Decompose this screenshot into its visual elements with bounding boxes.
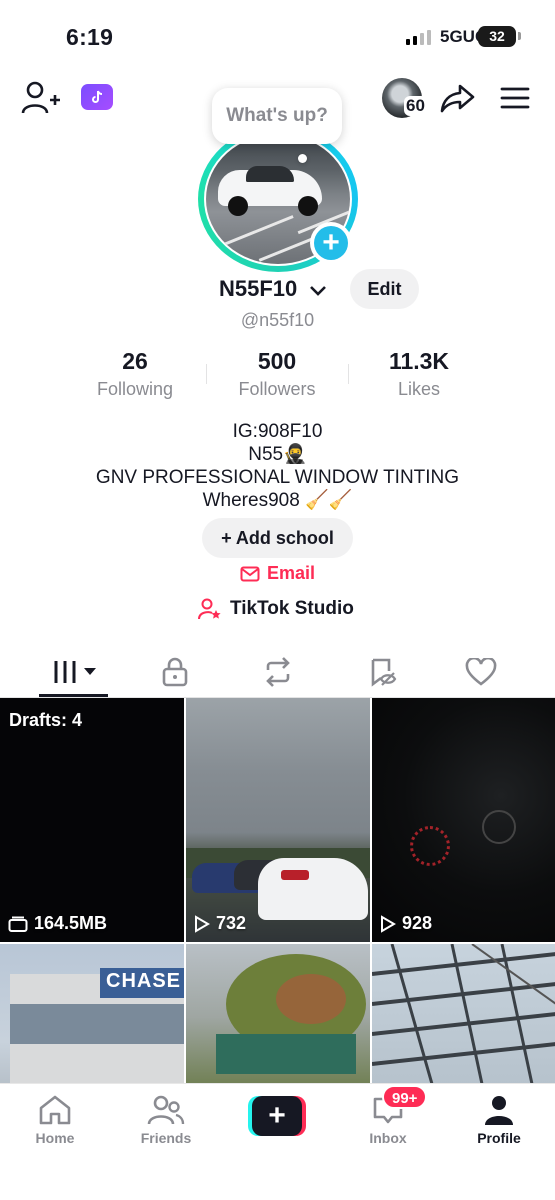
add-avatar-button[interactable]: +: [310, 222, 352, 264]
drafts-size: 164.5MB: [8, 913, 107, 934]
lock-icon: [162, 657, 188, 687]
friends-icon: [147, 1095, 185, 1125]
signal-icon: [406, 30, 431, 45]
play-icon: [381, 914, 396, 933]
plus-icon: +: [252, 1096, 302, 1136]
video-tile[interactable]: [186, 944, 370, 1083]
plus-icon: +: [221, 528, 236, 548]
stat-label: Likes: [397, 379, 441, 399]
drafts-size-text: 164.5MB: [34, 913, 108, 933]
stat-value: 26: [122, 348, 148, 374]
inbox-badge: 99+: [382, 1085, 428, 1109]
drafts-tile[interactable]: Drafts: 4 164.5MB: [0, 698, 184, 942]
add-school-button[interactable]: + Add school: [202, 518, 353, 558]
stat-value: 11.3K: [388, 348, 450, 374]
nav-inbox-label: Inbox: [369, 1130, 407, 1146]
tiktok-now-icon[interactable]: [81, 84, 113, 110]
profile-icon: [485, 1096, 513, 1125]
chase-sign: CHASE: [106, 970, 182, 992]
stat-following[interactable]: 26 Following: [55, 348, 215, 400]
status-bar: 6:19 5GUC 32: [0, 0, 555, 72]
video-tile[interactable]: 732: [186, 698, 370, 942]
view-count-text: 928: [402, 913, 433, 933]
tab-liked[interactable]: [460, 654, 502, 690]
username: @n55f10: [240, 310, 315, 330]
view-count: 732: [194, 913, 246, 934]
stat-value: 500: [257, 348, 297, 374]
video-tile[interactable]: 928: [372, 698, 555, 942]
bio-line: Wheres908 🧹🧹: [202, 490, 353, 511]
status-time: 6:19: [66, 24, 114, 50]
story-avatar-count: 60: [404, 96, 427, 116]
chevron-down-icon[interactable]: [308, 280, 328, 300]
nav-profile[interactable]: Profile: [454, 1094, 544, 1146]
bio-line: IG:908F10: [232, 421, 323, 442]
add-school-label: Add school: [235, 528, 334, 548]
nav-friends-label: Friends: [140, 1130, 192, 1146]
email-link[interactable]: Email: [240, 563, 315, 584]
tab-videos[interactable]: [46, 654, 102, 690]
heart-icon: [465, 658, 497, 686]
active-tab-indicator: [39, 694, 108, 697]
content-tabs: [0, 648, 555, 698]
view-count-text: 732: [216, 913, 247, 933]
creator-star-icon: [198, 598, 221, 620]
roof-structure: [372, 944, 555, 1083]
video-tile[interactable]: CHASE: [0, 944, 184, 1083]
whats-up-bubble[interactable]: What's up?: [212, 88, 342, 144]
nav-profile-label: Profile: [477, 1130, 521, 1146]
tab-reposts[interactable]: [258, 654, 298, 690]
edit-button[interactable]: Edit: [350, 269, 419, 309]
tiktok-studio-link[interactable]: TikTok Studio: [198, 598, 354, 620]
nav-home[interactable]: Home: [10, 1094, 100, 1146]
stat-label: Following: [96, 379, 174, 399]
home-icon: [39, 1095, 71, 1125]
mail-icon: [240, 566, 260, 581]
video-grid: Drafts: 4 164.5MB 732 928 CHASE: [0, 698, 555, 1083]
menu-icon[interactable]: [500, 86, 530, 110]
display-name[interactable]: N55F10: [219, 276, 297, 302]
view-count: 928: [380, 913, 432, 934]
folder-icon: [8, 916, 28, 932]
bio-line: GNV PROFESSIONAL WINDOW TINTING: [95, 467, 460, 488]
grid-bars-icon: [54, 661, 96, 683]
bio-line: N55🥷: [248, 444, 307, 465]
add-friend-icon[interactable]: [20, 80, 60, 116]
share-icon[interactable]: [440, 82, 476, 114]
repost-icon: [266, 657, 290, 687]
nav-home-label: Home: [35, 1130, 75, 1146]
bubble-tail: [298, 154, 307, 163]
email-label: Email: [267, 563, 316, 583]
battery-icon: 32: [478, 26, 516, 47]
stat-label: Followers: [238, 379, 316, 399]
create-button[interactable]: +: [248, 1096, 306, 1136]
hidden-bookmark-icon: [371, 658, 397, 687]
stat-likes[interactable]: 11.3K Likes: [339, 348, 499, 400]
battery-tip: [518, 32, 521, 40]
video-tile[interactable]: [372, 944, 555, 1083]
studio-label: TikTok Studio: [230, 598, 354, 619]
tab-private[interactable]: [155, 654, 195, 690]
nav-friends[interactable]: Friends: [121, 1094, 211, 1146]
bottom-nav: Home Friends + Inbox Profile: [0, 1083, 555, 1200]
stat-followers[interactable]: 500 Followers: [197, 348, 357, 400]
bio: IG:908F10 N55🥷 GNV PROFESSIONAL WINDOW T…: [0, 420, 555, 512]
drafts-label: Drafts: 4: [9, 710, 83, 730]
tab-favorites[interactable]: [362, 654, 402, 690]
play-icon: [195, 914, 210, 933]
